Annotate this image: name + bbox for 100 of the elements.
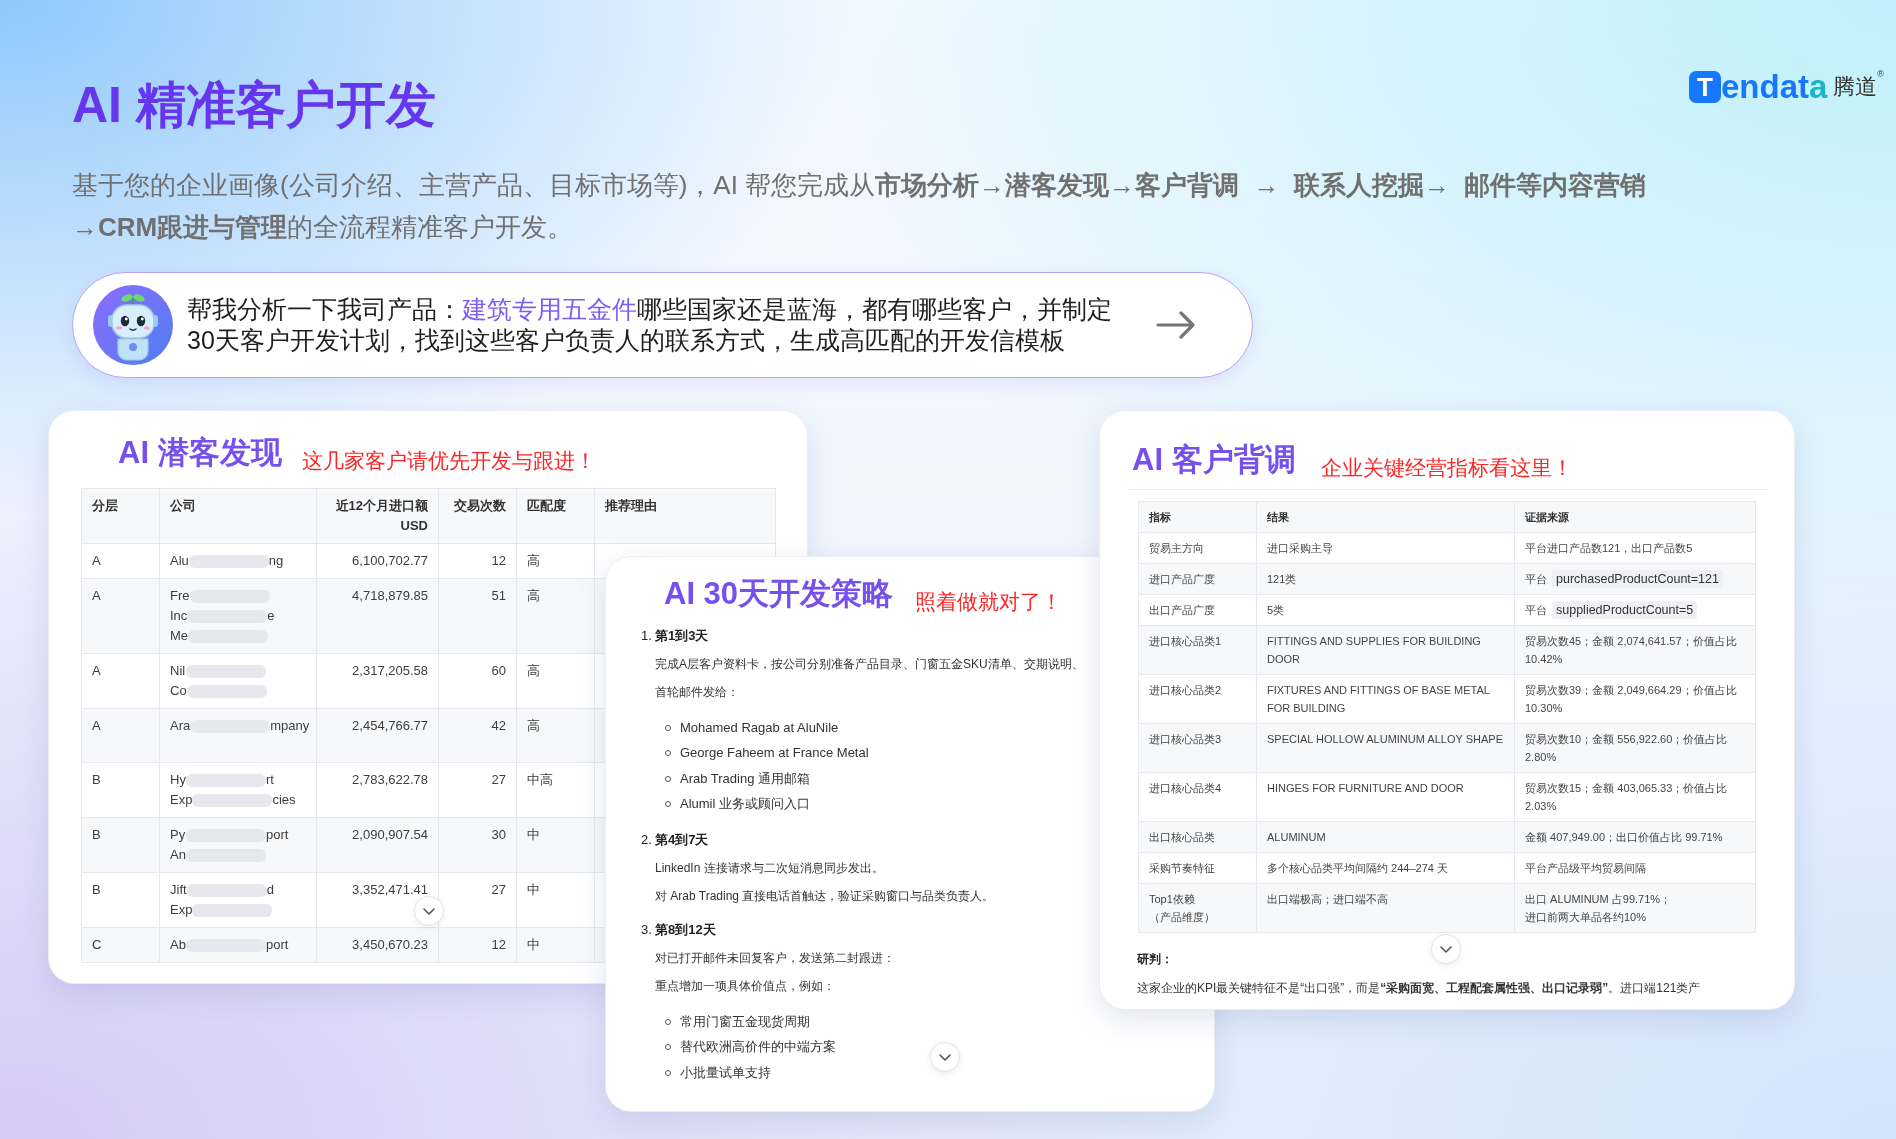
table-cell: 121类 bbox=[1267, 573, 1297, 585]
company-name-text: cies bbox=[272, 791, 296, 809]
column-header: 公司 bbox=[170, 498, 196, 513]
callout-text: 照着做就对了！ bbox=[915, 589, 1063, 616]
column-header: 证据来源 bbox=[1525, 511, 1569, 523]
section-label: 研判： bbox=[1137, 951, 1173, 968]
table-cell-text: 出口 ALUMINUM 占99.71%； bbox=[1525, 892, 1672, 907]
card-title: AI 客户背调 bbox=[1132, 441, 1296, 479]
table-cell-text: 出口产品广度 bbox=[1149, 603, 1215, 618]
table-cell: 2,317,205.58 bbox=[352, 663, 428, 678]
table-cell-text: 贸易次数15；金额 403,065.33；价值占比 2.03% bbox=[1525, 781, 1729, 814]
company-name-text: Exp bbox=[170, 791, 193, 809]
table-cell: 2,783,622.78 bbox=[352, 772, 428, 787]
table-cell: HINGES FOR FURNITURE AND DOOR bbox=[1267, 782, 1464, 794]
table-cell: 3,450,670.23 bbox=[352, 937, 428, 952]
table-cell: 3,352,471.41 bbox=[352, 882, 428, 897]
bullet-text: 常用门窗五金现货周期 bbox=[680, 1012, 810, 1031]
company-name-text: Alu bbox=[170, 552, 189, 570]
company-name-text: Exp bbox=[170, 901, 193, 919]
company-name-text: Py bbox=[170, 826, 186, 844]
table-cell: 5类 bbox=[1267, 604, 1285, 616]
bullet-text: George Faheem at France Metal bbox=[680, 744, 869, 763]
table-cell-text: 进口核心品类1 bbox=[1149, 634, 1222, 649]
callout-text: 企业关键经营指标看这里！ bbox=[1320, 455, 1573, 482]
table-cell: 27 bbox=[491, 772, 506, 787]
table-cell-text: 平台进口产品数121，出口产品数5 bbox=[1525, 541, 1693, 556]
table-cell: B bbox=[92, 772, 101, 787]
chevron-down-icon bbox=[423, 907, 435, 915]
column-header: 结果 bbox=[1267, 511, 1289, 523]
card-title: AI 潜客发现 bbox=[118, 434, 282, 472]
scroll-down-button[interactable] bbox=[930, 1042, 960, 1072]
robot-avatar-icon bbox=[93, 285, 173, 365]
step-text: 首轮邮件发给： bbox=[655, 684, 739, 701]
table-cell: 中 bbox=[527, 937, 540, 952]
card-title: AI 30天开发策略 bbox=[664, 575, 894, 613]
table-cell: 多个核心品类平均间隔约 244–274 天 bbox=[1267, 862, 1448, 874]
column-header: 分层 bbox=[92, 498, 118, 513]
table-cell: C bbox=[92, 937, 102, 952]
intro-text: 基于您的企业画像(公司介绍、主营产品、目标市场等)，AI 帮您完成从市场分析→潜客发现→客户背调 → 联系人挖掘→ 邮件等内容营销→CRM跟进与管理的全流程精准客户开发。 bbox=[72, 169, 1648, 244]
column-header: 指标 bbox=[1149, 511, 1171, 523]
table-cell: 2,454,766.77 bbox=[352, 718, 428, 733]
company-name-text: Nil bbox=[170, 662, 186, 680]
table-cell: 51 bbox=[491, 588, 506, 603]
prompt-text: 帮我分析一下我司产品：建筑专用五金件哪些国家还是蓝海，都有哪些客户，并制定30天客户开发计划，找到这些客户负责人的联系方式，生成高匹配的开发信模板 bbox=[187, 294, 1113, 356]
table-cell: 进口采购主导 bbox=[1267, 542, 1333, 554]
table-cell: A bbox=[92, 588, 101, 603]
bullet-text: 替代欧洲高价件的中端方案 bbox=[680, 1038, 836, 1057]
table-cell-text: 贸易主方向 bbox=[1149, 541, 1204, 556]
code-text: purchasedProductCount=121 bbox=[1552, 570, 1723, 588]
company-name-text: d bbox=[266, 881, 274, 899]
company-name-text: mpany bbox=[270, 717, 310, 735]
column-header: 交易次数 bbox=[454, 498, 506, 513]
scroll-down-button[interactable] bbox=[1431, 934, 1461, 964]
table-cell: FIXTURES AND FITTINGS OF BASE METAL FOR BUILDING bbox=[1267, 684, 1490, 714]
table-cell-text: 进口前两大单品各约10% bbox=[1525, 910, 1647, 925]
table-cell: 4,718,879.85 bbox=[352, 588, 428, 603]
arrow-right-icon[interactable] bbox=[1156, 311, 1196, 339]
bullet-text: Alumil 业务或顾问入口 bbox=[680, 795, 810, 814]
table-cell: 高 bbox=[527, 553, 540, 568]
table-cell: B bbox=[92, 882, 101, 897]
company-name-text: Hy bbox=[170, 771, 186, 789]
company-name-text: Me bbox=[170, 627, 189, 645]
callout-text: 这几家客户请优先开发与跟进！ bbox=[301, 448, 596, 475]
company-name-text: Inc bbox=[170, 607, 188, 625]
company-name-text: rt bbox=[266, 771, 274, 789]
table-cell: A bbox=[92, 663, 101, 678]
company-name-text: Ara bbox=[170, 717, 191, 735]
step-text: 对已打开邮件未回复客户，发送第二封跟进： bbox=[655, 950, 895, 967]
table-cell: B bbox=[92, 827, 101, 842]
summary-text: 这家企业的KPI最关键特征不是“出口强”，而是“采购面宽、工程配套属性强、出口记录弱”。进口端121类产 bbox=[1137, 980, 1701, 997]
column-header: 近12个月进口额 USD bbox=[335, 498, 428, 533]
table-cell: 平台 bbox=[1525, 573, 1547, 585]
table-cell: 12 bbox=[491, 553, 506, 568]
company-name-text: An bbox=[170, 846, 186, 864]
step-text: 完成A层客户资料卡，按公司分别准备产品目录、门窗五金SKU清单、交期说明、 bbox=[655, 656, 1084, 673]
page-title: AI 精准客户开发 bbox=[72, 76, 436, 135]
table-cell: 高 bbox=[527, 663, 540, 678]
step-text: 对 Arab Trading 直接电话首触达，验证采购窗口与品类负责人。 bbox=[655, 888, 995, 905]
table-cell-text: 贸易次数39；金额 2,049,664.29；价值占比 10.30% bbox=[1525, 683, 1738, 716]
table-cell-text: Top1依赖 bbox=[1149, 892, 1195, 907]
company-name-text: e bbox=[267, 607, 275, 625]
table-cell: 平台 bbox=[1525, 604, 1547, 616]
table-cell-text: 采购节奏特征 bbox=[1149, 861, 1215, 876]
table-cell: A bbox=[92, 553, 101, 568]
step-heading: 3. 第8到12天 bbox=[641, 921, 716, 939]
company-name-text: Co bbox=[170, 682, 187, 700]
table-cell: 中高 bbox=[527, 772, 553, 787]
step-heading: 2. 第4到7天 bbox=[641, 831, 709, 849]
brand-logo: T endata 腾道® bbox=[1689, 70, 1884, 103]
bullet-text: 小批量试单支持 bbox=[680, 1063, 771, 1082]
table-cell: 60 bbox=[491, 663, 506, 678]
company-name-text: Fre bbox=[170, 587, 190, 605]
table-cell-text: 进口产品广度 bbox=[1149, 572, 1215, 587]
column-header: 推荐理由 bbox=[605, 498, 657, 513]
company-name-text: port bbox=[266, 936, 289, 954]
bullet-text: Mohamed Ragab at AluNile bbox=[680, 718, 839, 737]
table-cell-text: 贸易次数45；金额 2,074,641.57；价值占比 10.42% bbox=[1525, 634, 1738, 667]
chevron-down-icon bbox=[939, 1053, 951, 1061]
table-cell: 30 bbox=[491, 827, 506, 842]
table-cell: 出口端极高；进口端不高 bbox=[1267, 893, 1388, 905]
